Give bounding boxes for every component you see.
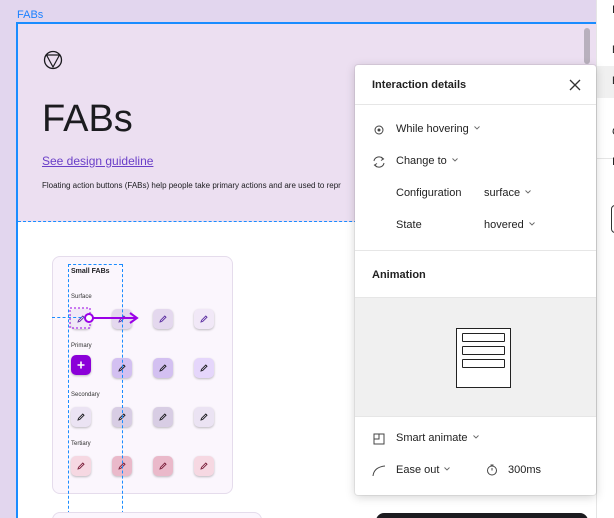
- edit-icon: [200, 462, 208, 470]
- trigger-value: While hovering: [396, 123, 469, 135]
- selection-guide-vertical: [122, 264, 123, 518]
- fab-secondary-focused[interactable]: [153, 407, 173, 427]
- chevron-down-icon: [451, 158, 458, 162]
- ease-out-icon: [372, 465, 386, 477]
- fab-tertiary-enabled[interactable]: [71, 456, 91, 476]
- state-value: hovered: [484, 219, 524, 231]
- row-label-primary: Primary: [71, 343, 92, 349]
- edit-icon: [200, 315, 208, 323]
- page-title: FABs: [42, 98, 133, 140]
- row-label-surface: Surface: [71, 294, 92, 300]
- fab-secondary-pressed[interactable]: [194, 407, 214, 427]
- fab-primary-pressed[interactable]: [194, 358, 214, 378]
- chevron-down-icon: [525, 190, 531, 194]
- smart-animate-icon: [373, 433, 385, 445]
- panel-divider: [355, 250, 596, 251]
- chevron-down-icon: [528, 222, 535, 226]
- interaction-details-panel: Interaction details While hovering Chang…: [355, 65, 596, 495]
- fab-secondary-enabled[interactable]: [71, 407, 91, 427]
- animation-type-value: Smart animate: [396, 432, 468, 444]
- animation-title: Animation: [372, 269, 426, 281]
- state-dropdown[interactable]: hovered: [484, 219, 535, 231]
- duration-input[interactable]: 300ms: [508, 464, 541, 476]
- row-label-secondary: Secondary: [71, 392, 100, 398]
- fab-surface-focused[interactable]: [153, 309, 173, 329]
- plus-icon: [77, 361, 85, 369]
- frame-label[interactable]: FABs: [17, 9, 43, 21]
- edit-icon: [77, 413, 85, 421]
- row-label-tertiary: Tertiary: [71, 441, 91, 447]
- trigger-dropdown[interactable]: While hovering: [396, 123, 480, 135]
- edit-icon: [159, 462, 167, 470]
- selection-guide-horizontal: [68, 264, 122, 265]
- hover-trigger-icon: [374, 125, 384, 135]
- panel-header: Interaction details: [355, 65, 596, 105]
- animation-preview: [355, 297, 596, 417]
- preview-bar: [462, 346, 505, 355]
- edit-icon: [159, 364, 167, 372]
- edit-icon: [159, 315, 167, 323]
- chevron-down-icon: [444, 467, 451, 471]
- state-label: State: [396, 219, 422, 231]
- fab-primary-focused[interactable]: [153, 358, 173, 378]
- close-icon[interactable]: [567, 77, 583, 93]
- configuration-dropdown[interactable]: surface: [484, 187, 531, 199]
- edit-icon: [77, 462, 85, 470]
- panel-title: Interaction details: [372, 79, 467, 91]
- dark-component[interactable]: [376, 513, 588, 518]
- configuration-label: Configuration: [396, 187, 462, 199]
- fab-tertiary-pressed[interactable]: [194, 456, 214, 476]
- chevron-down-icon: [472, 435, 479, 439]
- easing-value: Ease out: [396, 464, 440, 476]
- configuration-value: surface: [484, 187, 521, 199]
- selection-guide-vertical: [68, 264, 69, 518]
- edit-icon: [200, 413, 208, 421]
- change-to-icon: [373, 156, 385, 168]
- easing-dropdown[interactable]: Ease out: [396, 464, 451, 476]
- action-dropdown[interactable]: Change to: [396, 155, 458, 167]
- strip-selected-row[interactable]: E: [597, 66, 614, 98]
- animation-preview-frame: [456, 328, 511, 388]
- canvas-scrollbar[interactable]: [584, 28, 590, 64]
- next-card[interactable]: [52, 512, 262, 518]
- edit-icon: [200, 364, 208, 372]
- timer-icon: [487, 464, 497, 476]
- logo-icon: [43, 50, 63, 70]
- preview-bar: [462, 333, 505, 342]
- fab-surface-pressed[interactable]: [194, 309, 214, 329]
- animation-type-dropdown[interactable]: Smart animate: [396, 432, 479, 444]
- fab-primary-main[interactable]: [71, 355, 91, 375]
- edit-icon: [159, 413, 167, 421]
- small-fabs-card[interactable]: Small FABs Surface Primary Secondary Ter…: [52, 256, 233, 494]
- preview-bar: [462, 359, 505, 368]
- fab-tertiary-focused[interactable]: [153, 456, 173, 476]
- page-description: Floating action buttons (FABs) help peop…: [42, 181, 341, 190]
- design-guideline-link[interactable]: See design guideline: [42, 154, 153, 168]
- chevron-down-icon: [473, 126, 480, 130]
- card-title: Small FABs: [71, 268, 110, 275]
- action-value: Change to: [396, 155, 447, 167]
- prototype-connection-arrow[interactable]: [68, 306, 148, 330]
